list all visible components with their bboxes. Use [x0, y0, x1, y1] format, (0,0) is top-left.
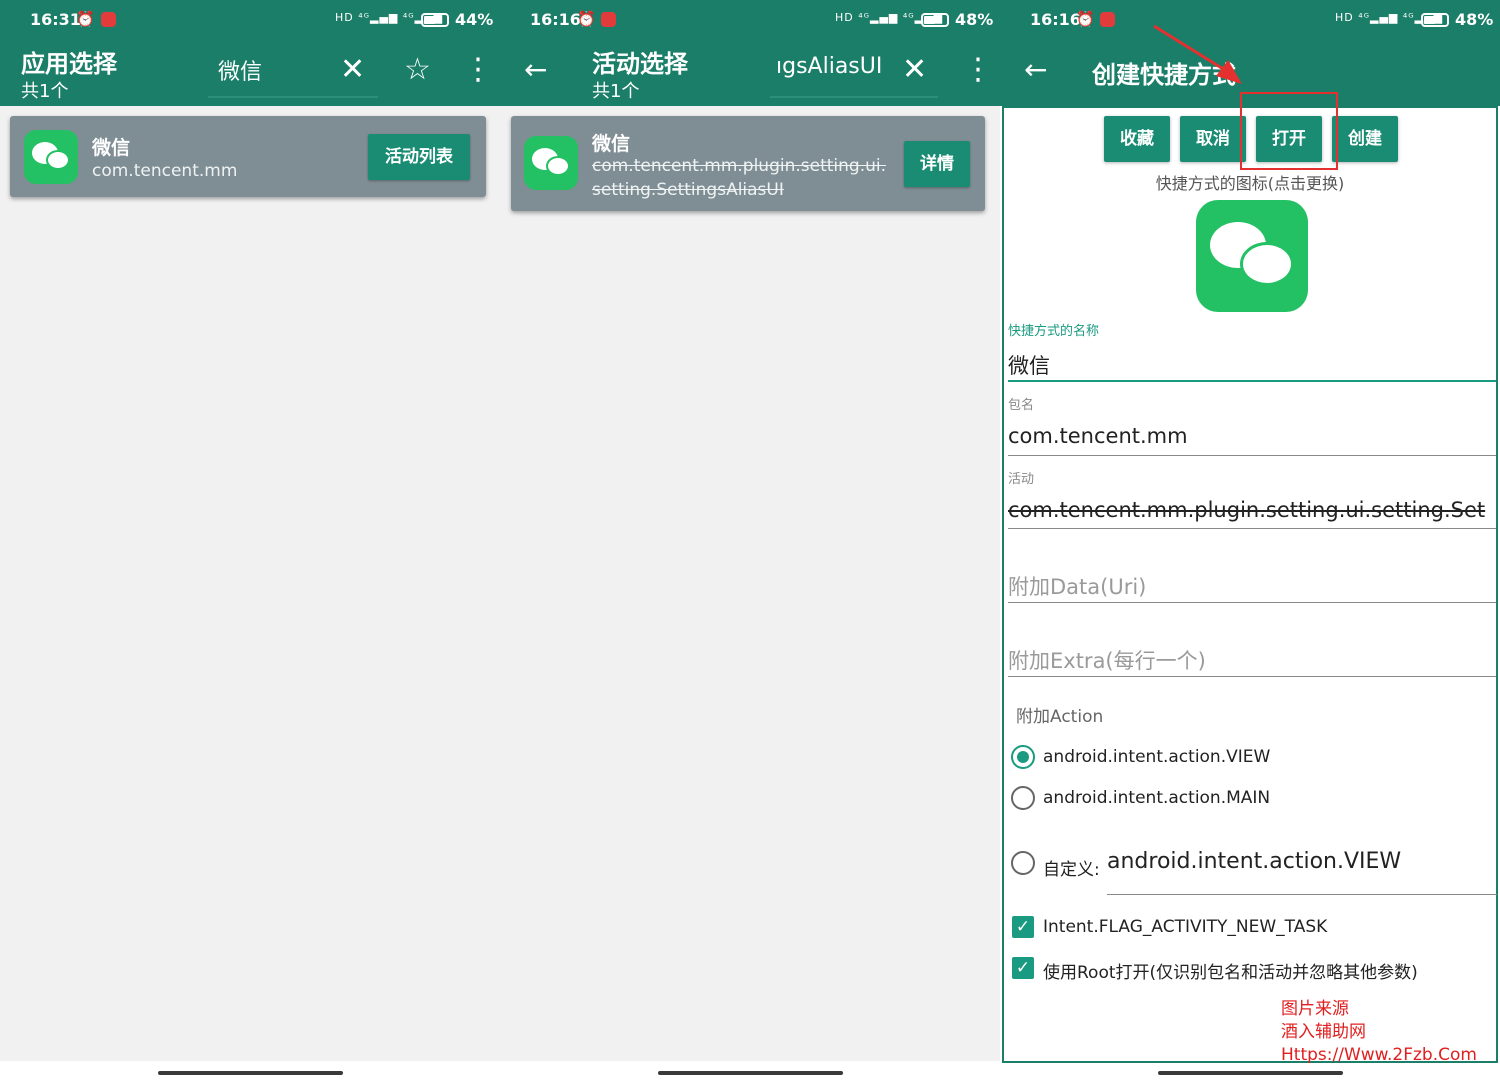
extras-field[interactable]: 附加Extra(每行一个)	[1008, 645, 1206, 675]
wechat-icon	[24, 130, 78, 184]
app-select-screen: 16:31 ⏰ HD ⁴ᴳ▂▄▆ ⁴ᴳ▂▄▆ 44% 应用选择 共1个 微信 ✕…	[0, 0, 500, 1083]
close-icon[interactable]: ✕	[340, 52, 365, 88]
status-bar: 16:16 ⏰ HD ⁴ᴳ▂▄▆ ⁴ᴳ▂▄▆ 48%	[500, 0, 1000, 42]
notification-icon	[1100, 12, 1115, 27]
close-icon[interactable]: ✕	[902, 52, 927, 88]
list-item[interactable]: 微信 com.tencent.mm 活动列表	[10, 116, 486, 197]
battery-percent: 48%	[955, 10, 994, 29]
wechat-icon	[524, 136, 578, 190]
notification-icon	[101, 12, 116, 27]
star-icon[interactable]: ☆	[404, 52, 431, 88]
status-time: 16:31	[30, 10, 81, 29]
battery-icon	[921, 13, 949, 27]
home-indicator[interactable]	[658, 1071, 843, 1075]
item-count: 共1个	[21, 81, 69, 102]
home-indicator[interactable]	[1158, 1071, 1343, 1075]
field-underline	[1008, 528, 1496, 529]
activity-name-line2: setting.SettingsAliasUI	[592, 180, 784, 200]
field-underline	[1008, 602, 1496, 603]
shortcut-form: 收藏 取消 打开 创建 快捷方式的图标(点击更换) 快捷方式的名称 微信 包名 …	[1002, 106, 1498, 1065]
new-task-label[interactable]: Intent.FLAG_ACTIVITY_NEW_TASK	[1043, 917, 1327, 937]
field-underline	[1008, 455, 1496, 456]
new-task-checkbox[interactable]: ✓	[1012, 916, 1034, 938]
battery-icon	[1421, 13, 1449, 27]
package-label: 包名	[1008, 398, 1035, 413]
field-underline	[1008, 380, 1496, 382]
activity-field[interactable]: com.tencent.mm.plugin.setting.ui.setting…	[1008, 498, 1498, 522]
app-bar: 16:16 ⏰ HD ⁴ᴳ▂▄▆ ⁴ᴳ▂▄▆ 48% ← 活动选择 共1个 ıg…	[500, 0, 1000, 106]
details-button[interactable]: 详情	[904, 141, 970, 187]
more-vert-icon[interactable]: ⋮	[963, 52, 993, 88]
activity-name-line1: com.tencent.mm.plugin.setting.ui.	[592, 156, 887, 176]
root-open-checkbox[interactable]: ✓	[1012, 957, 1034, 979]
field-underline	[1008, 676, 1496, 677]
page-title: 活动选择	[592, 50, 688, 78]
action-custom-radio[interactable]	[1011, 851, 1035, 875]
shortcut-name-label: 快捷方式的名称	[1008, 324, 1100, 339]
app-bar: 16:31 ⏰ HD ⁴ᴳ▂▄▆ ⁴ᴳ▂▄▆ 44% 应用选择 共1个 微信 ✕…	[0, 0, 500, 106]
shortcut-name-field[interactable]: 微信	[1008, 350, 1498, 380]
action-custom-label[interactable]: 自定义:	[1043, 855, 1100, 880]
notification-icon	[601, 12, 616, 27]
list-item[interactable]: 微信 com.tencent.mm.plugin.setting.ui. set…	[511, 116, 985, 211]
app-name: 微信	[92, 137, 131, 159]
status-time: 16:16	[1030, 10, 1081, 29]
app-package: com.tencent.mm	[92, 161, 238, 181]
back-arrow-icon[interactable]: ←	[524, 52, 547, 88]
status-bar: 16:31 ⏰ HD ⁴ᴳ▂▄▆ ⁴ᴳ▂▄▆ 44%	[0, 0, 500, 42]
battery-percent: 44%	[455, 10, 494, 29]
root-open-label[interactable]: 使用Root打开(仅识别包名和活动并忽略其他参数)	[1043, 958, 1418, 983]
status-time: 16:16	[530, 10, 581, 29]
page-title: 应用选择	[21, 50, 117, 78]
watermark-line1: 图片来源	[1281, 999, 1349, 1019]
back-arrow-icon[interactable]: ←	[1024, 52, 1047, 88]
action-main-label[interactable]: android.intent.action.MAIN	[1043, 788, 1270, 808]
cancel-button[interactable]: 取消	[1180, 116, 1246, 162]
alarm-icon: ⏰	[577, 10, 596, 28]
icon-hint: 快捷方式的图标(点击更换)	[1155, 174, 1345, 193]
shortcut-icon[interactable]	[1196, 200, 1308, 312]
favorite-button[interactable]: 收藏	[1104, 116, 1170, 162]
package-field[interactable]: com.tencent.mm	[1008, 424, 1498, 448]
activity-list-button[interactable]: 活动列表	[368, 134, 470, 180]
action-view-label[interactable]: android.intent.action.VIEW	[1043, 747, 1270, 767]
annotation-arrow-icon	[1153, 24, 1242, 84]
action-main-radio[interactable]	[1011, 786, 1035, 810]
alarm-icon: ⏰	[1076, 10, 1095, 28]
action-view-radio[interactable]	[1011, 745, 1035, 769]
battery-percent: 48%	[1455, 10, 1494, 29]
field-underline	[1107, 894, 1497, 895]
annotation-highlight-box	[1240, 92, 1338, 170]
custom-action-input[interactable]: android.intent.action.VIEW	[1107, 849, 1401, 874]
watermark-line2: 酒入辅助网	[1281, 1022, 1366, 1042]
alarm-icon: ⏰	[76, 10, 95, 28]
activity-label: 活动	[1008, 472, 1035, 487]
item-count: 共1个	[592, 81, 640, 102]
more-vert-icon[interactable]: ⋮	[463, 52, 493, 88]
home-indicator[interactable]	[158, 1071, 343, 1075]
activity-select-screen: 16:16 ⏰ HD ⁴ᴳ▂▄▆ ⁴ᴳ▂▄▆ 48% ← 活动选择 共1个 ıg…	[500, 0, 1000, 1083]
app-name: 微信	[592, 133, 631, 155]
data-uri-field[interactable]: 附加Data(Uri)	[1008, 571, 1146, 601]
battery-icon	[421, 13, 449, 27]
create-button[interactable]: 创建	[1332, 116, 1398, 162]
action-section-label: 附加Action	[1016, 707, 1104, 727]
